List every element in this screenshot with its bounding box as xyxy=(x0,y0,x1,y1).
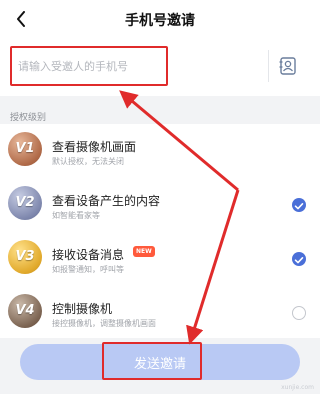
permission-checkbox-v4[interactable] xyxy=(292,306,306,320)
v3-badge-icon: V3 xyxy=(8,240,42,274)
permission-row-v1[interactable]: V1 查看摄像机画面 默认授权，无法关闭 xyxy=(0,124,320,178)
permission-title: 接收设备消息 xyxy=(52,248,125,262)
permission-subtitle: 默认授权，无法关闭 xyxy=(52,157,124,166)
watermark-text: xunjie.com xyxy=(281,384,314,391)
new-tag-badge: NEW xyxy=(133,246,155,257)
title-bar: 手机号邀请 xyxy=(0,0,320,38)
permission-title: 查看摄像机画面 xyxy=(52,140,137,154)
send-invite-button[interactable]: 发送邀请 xyxy=(20,344,300,380)
permission-subtitle: 如报警通知，呼叫等 xyxy=(52,265,124,274)
permission-list: V1 查看摄像机画面 默认授权，无法关闭 V2 查看设备产生的内容 如智能看家等… xyxy=(0,124,320,338)
permission-title: 查看设备产生的内容 xyxy=(52,194,161,208)
contact-book-icon xyxy=(279,57,296,75)
permission-subtitle: 如智能看家等 xyxy=(52,211,100,220)
v4-badge-icon: V4 xyxy=(8,294,42,328)
page-title: 手机号邀请 xyxy=(125,13,195,29)
permission-title: 控制摄像机 xyxy=(52,302,113,316)
permission-subtitle: 接控摄像机，调整摄像机画面 xyxy=(52,319,156,328)
checkmark-icon xyxy=(294,203,304,210)
checkmark-icon xyxy=(294,257,304,264)
v2-badge-icon: V2 xyxy=(8,186,42,220)
input-divider xyxy=(268,50,269,82)
permission-checkbox-v2[interactable] xyxy=(292,198,306,212)
phone-number-input[interactable] xyxy=(12,48,267,84)
contact-picker-button[interactable] xyxy=(276,54,300,78)
permission-row-v3[interactable]: V3 接收设备消息 NEW 如报警通知，呼叫等 xyxy=(0,232,320,286)
permission-checkbox-v3[interactable] xyxy=(292,252,306,266)
v1-badge-icon: V1 xyxy=(8,132,42,166)
permission-row-v2[interactable]: V2 查看设备产生的内容 如智能看家等 xyxy=(0,178,320,232)
permission-row-v4[interactable]: V4 控制摄像机 接控摄像机，调整摄像机画面 xyxy=(0,286,320,340)
authorization-level-label: 授权级别 xyxy=(10,113,47,123)
